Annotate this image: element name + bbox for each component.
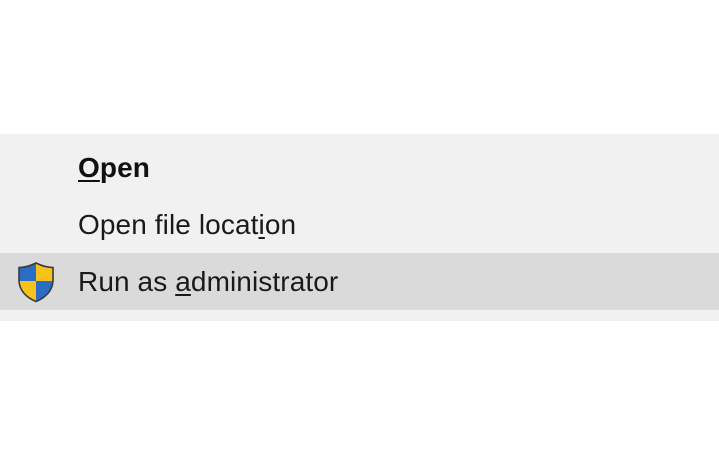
mnemonic-o: O [78,151,100,183]
context-menu: Open Open file location Run as administr… [0,134,719,321]
menu-item-open-file-location-label: Open file location [78,208,297,240]
uac-shield-icon [18,261,54,302]
screen: Open Open file location Run as administr… [0,0,719,455]
menu-item-open[interactable]: Open [0,139,719,196]
menu-item-run-as-administrator[interactable]: Run as administrator [0,253,719,310]
menu-item-open-label: Open [78,151,150,183]
mnemonic-a: a [175,265,191,297]
menu-item-run-as-administrator-label: Run as administrator [78,265,339,297]
menu-item-open-file-location[interactable]: Open file location [0,196,719,253]
